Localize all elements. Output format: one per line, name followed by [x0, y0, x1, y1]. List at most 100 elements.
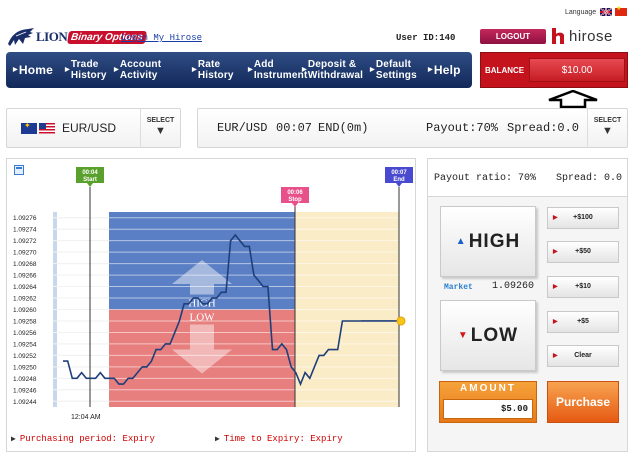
- y-tick-label: 1.09270: [13, 250, 37, 257]
- chevron-right-icon: ▶: [428, 66, 433, 73]
- y-axis-ticks: 1.09276 1.09274 1.09272 1.09270 1.09268 1.092…: [13, 215, 37, 406]
- nav-deposit-withdrawal[interactable]: ▶ Deposit & Withdrawal: [299, 59, 367, 81]
- play-icon: ▶: [215, 435, 220, 444]
- chevron-right-icon: ▶: [553, 353, 558, 359]
- add-5-button[interactable]: ▶ +$5: [547, 311, 619, 333]
- nav-home[interactable]: ▶ Home: [6, 62, 62, 77]
- chevron-right-icon: ▶: [302, 66, 307, 73]
- low-button[interactable]: ▼ LOW: [440, 300, 536, 371]
- nav-rate-history-line2: History: [197, 70, 234, 81]
- select-label: SELECT: [146, 117, 175, 124]
- y-tick-label: 1.09272: [13, 238, 37, 245]
- balance-label: BALANCE: [485, 65, 525, 75]
- add-5-label: +$5: [577, 318, 589, 325]
- nav-home-label: Home: [18, 62, 53, 77]
- high-button[interactable]: ▲ HIGH: [440, 206, 536, 277]
- china-flag-icon[interactable]: [615, 5, 628, 16]
- triangle-up-icon: ▲: [455, 236, 466, 247]
- triangle-down-icon: ▼: [457, 330, 468, 341]
- chevron-right-icon: ▶: [553, 215, 558, 221]
- y-tick-label: 1.09254: [13, 341, 37, 348]
- end-marker-label: End: [393, 177, 405, 183]
- nav-add-instrument-line1: Add: [253, 59, 274, 70]
- y-tick-label: 1.09246: [13, 387, 37, 394]
- chart-low-label: LOW: [189, 312, 215, 324]
- language-label: Language: [565, 8, 597, 16]
- arrow-up-icon: [548, 90, 598, 108]
- hirose-text: hirose: [569, 27, 613, 45]
- nav-add-instrument[interactable]: ▶ Add Instrument: [245, 59, 307, 81]
- low-button-label: LOW: [470, 325, 519, 346]
- option-spread: Spread:0.0: [507, 121, 580, 135]
- stop-marker-time: 00:06: [287, 190, 303, 196]
- chevron-right-icon: ▶: [553, 284, 558, 290]
- option-selector: EUR/USD 00:07 END(0m) Payout:70% Spread:…: [197, 108, 628, 148]
- chart-panel: 1.09276 1.09274 1.09272 1.09270 1.09268 1.092…: [6, 158, 416, 452]
- add-100-button[interactable]: ▶ +$100: [547, 207, 619, 229]
- amount-label: AMOUNT: [460, 383, 516, 394]
- chevron-right-icon: ▶: [114, 66, 119, 73]
- logout-button[interactable]: LOGOUT: [480, 29, 546, 44]
- y-tick-label: 1.09274: [13, 227, 37, 234]
- x-axis-label: 12:04 AM: [71, 414, 101, 421]
- nav-account-activity-line2: Activity: [119, 70, 158, 81]
- payout-ratio: Payout ratio: 70%: [434, 173, 537, 184]
- nav-default-settings-line1: Default: [375, 59, 412, 70]
- current-price-dot: [396, 316, 406, 326]
- trade-panel: Payout ratio: 70% Spread: 0.0 ▲ HIGH Mark…: [427, 158, 628, 452]
- y-tick-label: 1.09258: [13, 318, 37, 325]
- logo-text: LION: [36, 29, 68, 44]
- asset-select-button[interactable]: SELECT ▼: [140, 108, 180, 148]
- chevron-right-icon: ▶: [248, 66, 253, 73]
- trade-panel-header: Payout ratio: 70% Spread: 0.0: [428, 159, 627, 197]
- eu-flag-icon: [21, 121, 37, 134]
- y-tick-label: 1.09268: [13, 261, 37, 268]
- hirose-logo: hirose: [550, 27, 613, 45]
- option-end: END(0m): [318, 121, 369, 135]
- chevron-right-icon: ▶: [65, 66, 70, 73]
- balance-value: $10.00: [529, 58, 625, 82]
- play-icon: ▶: [11, 435, 16, 444]
- asset-pair: EUR/USD: [62, 121, 117, 135]
- triangle-down-icon: ▼: [602, 125, 613, 137]
- purchasing-period: ▶ Purchasing period: Expiry: [11, 434, 155, 444]
- y-tick-label: 1.09252: [13, 353, 37, 360]
- nav-account-activity[interactable]: ▶ Account Activity: [111, 59, 180, 81]
- add-50-label: +$50: [575, 248, 591, 255]
- language-selector: Language: [565, 5, 628, 16]
- chevron-right-icon: ▶: [553, 319, 558, 325]
- purchasing-period-text: Purchasing period: Expiry: [19, 434, 155, 444]
- chevron-right-icon: ▶: [370, 66, 375, 73]
- triangle-down-icon: ▼: [155, 125, 166, 137]
- y-tick-label: 1.09256: [13, 330, 37, 337]
- login-my-hirose-link[interactable]: Login My Hirose: [121, 33, 202, 43]
- amount-input[interactable]: $5.00: [443, 399, 533, 419]
- chevron-right-icon: ▶: [553, 249, 558, 255]
- y-tick-label: 1.09266: [13, 273, 37, 280]
- option-select-button[interactable]: SELECT ▼: [587, 108, 627, 148]
- add-10-button[interactable]: ▶ +$10: [547, 276, 619, 298]
- nav-default-settings-line2: Settings: [375, 70, 417, 81]
- nav-help[interactable]: ▶ Help: [425, 62, 469, 77]
- nav-default-settings[interactable]: ▶ Default Settings: [367, 59, 425, 81]
- y-tick-label: 1.09248: [13, 376, 37, 383]
- nav-help-label: Help: [433, 62, 461, 77]
- clear-button[interactable]: ▶ Clear: [547, 345, 619, 367]
- y-tick-label: 1.09264: [13, 284, 37, 291]
- trade-spread: Spread: 0.0: [556, 173, 623, 184]
- nav-rate-history[interactable]: ▶ Rate History: [180, 59, 245, 81]
- end-marker-time: 00:07: [391, 170, 407, 176]
- time-to-expiry-text: Time to Expiry: Expiry: [223, 434, 343, 444]
- uk-flag-icon[interactable]: [600, 8, 613, 16]
- end-marker: 00:07 End: [385, 167, 413, 187]
- purchase-button[interactable]: Purchase: [547, 381, 619, 423]
- lion-icon: [8, 28, 34, 46]
- price-chart: 1.09276 1.09274 1.09272 1.09270 1.09268 1.092…: [13, 167, 413, 421]
- user-id: User ID:140: [396, 33, 456, 43]
- y-tick-label: 1.09250: [13, 364, 37, 371]
- option-time: 00:07: [276, 121, 313, 135]
- nav-trade-history[interactable]: ▶ Trade History: [62, 59, 111, 81]
- add-50-button[interactable]: ▶ +$50: [547, 241, 619, 263]
- option-payout: Payout:70%: [426, 121, 499, 135]
- balance-panel: BALANCE $10.00: [480, 52, 628, 88]
